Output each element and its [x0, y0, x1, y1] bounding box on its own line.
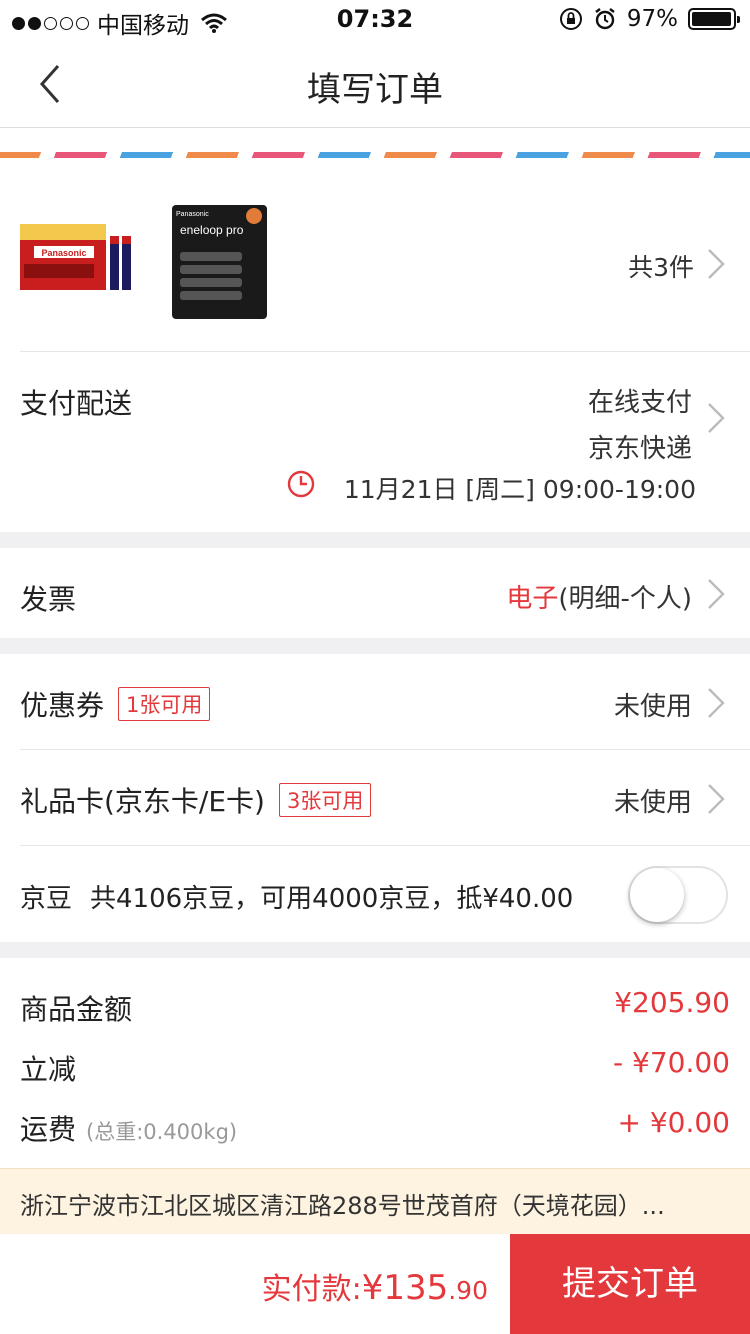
shipping-fee-row: 运费 (总重:0.400kg) [20, 1108, 237, 1148]
goods-section[interactable]: Panasonic Panasonic eneloop pro 共3件 支付配送… [0, 176, 750, 532]
address-bar[interactable]: 浙江宁波市江北区城区清江路288号世茂首府（天境花园）... [0, 1168, 750, 1234]
jingdou-desc: 共4106京豆，可用4000京豆，抵¥40.00 [90, 884, 574, 914]
divider [20, 351, 750, 352]
total-prefix: 实付款: [261, 1272, 362, 1307]
goods-amount-value: ¥205.90 [614, 986, 730, 1019]
shipping-fee-label: 运费 [20, 1113, 77, 1146]
coupon-tag: 1张可用 [118, 687, 211, 721]
total-decimal: .90 [448, 1276, 488, 1305]
discount-value: - ¥70.00 [613, 1046, 730, 1079]
payment-method: 在线支付 [587, 388, 692, 418]
envelope-stripe [0, 152, 750, 158]
shipping-method: 京东快递 [587, 434, 692, 464]
shipping-weight: (总重:0.400kg) [86, 1120, 238, 1144]
shipping-fee-value: + ¥0.00 [617, 1106, 730, 1139]
invoice-detail: (明细-个人) [558, 584, 692, 614]
gift-card-label: 礼品卡(京东卡/E卡) [20, 785, 265, 818]
invoice-type: 电子 [506, 584, 559, 614]
nav-bar: 填写订单 [0, 40, 750, 128]
battery-percent: 97% [626, 6, 678, 32]
chevron-right-icon[interactable] [706, 577, 728, 611]
discount-label: 立减 [20, 1053, 77, 1086]
payment-values[interactable]: 在线支付 京东快递 [588, 380, 692, 472]
jingdou-row: 京豆 共4106京豆，可用4000京豆，抵¥40.00 [20, 878, 573, 915]
gift-card-value[interactable]: 未使用 [614, 782, 692, 819]
discounts-section: 优惠券 1张可用 未使用 礼品卡(京东卡/E卡) 3张可用 未使用 京豆 共4106京… [0, 654, 750, 942]
clock-icon [287, 470, 315, 498]
battery-icon [688, 8, 740, 30]
address-strip[interactable] [0, 128, 750, 176]
chevron-right-icon[interactable] [706, 686, 728, 720]
jingdou-toggle[interactable] [628, 866, 728, 924]
coupon-row[interactable]: 优惠券 1张可用 [20, 684, 211, 724]
jingdou-label: 京豆 [20, 884, 73, 914]
total-main: ¥135 [361, 1268, 449, 1308]
page-title: 填写订单 [307, 70, 443, 110]
submit-order-button[interactable]: 提交订单 [510, 1234, 750, 1334]
bottom-bar: 实付款:¥135.90 提交订单 [0, 1234, 750, 1334]
divider [20, 749, 750, 750]
invoice-label: 发票 [20, 583, 77, 616]
status-bar: 中国移动 07:32 97% [0, 0, 750, 40]
total-payable: 实付款:¥135.90 [262, 1264, 488, 1308]
goods-amount-label: 商品金额 [20, 993, 133, 1026]
payment-label: 支付配送 [20, 387, 133, 420]
address-text: 浙江宁波市江北区城区清江路288号世茂首府（天境花园）... [20, 1192, 665, 1220]
gift-card-row[interactable]: 礼品卡(京东卡/E卡) 3张可用 [20, 780, 372, 820]
product-2-name: eneloop pro [180, 223, 244, 237]
toggle-knob [630, 868, 684, 922]
coupon-label: 优惠券 [20, 689, 105, 722]
gift-card-tag: 3张可用 [278, 783, 372, 817]
chevron-right-icon[interactable] [706, 401, 728, 435]
product-thumbnail-1[interactable]: Panasonic [20, 206, 138, 306]
chevron-right-icon[interactable] [706, 247, 728, 281]
invoice-value[interactable]: 电子(明细-个人) [506, 578, 692, 615]
product-1-brand: Panasonic [41, 248, 86, 258]
goods-count[interactable]: 共3件 [628, 248, 694, 284]
status-right: 97% [559, 6, 740, 32]
rotation-lock-icon [559, 8, 582, 30]
alarm-icon [595, 8, 615, 30]
invoice-section[interactable]: 发票 电子(明细-个人) [0, 548, 750, 638]
delivery-time[interactable]: 11月21日 [周二] 09:00-19:00 [344, 470, 696, 506]
product-2-brand: Panasonic [176, 211, 209, 218]
chevron-right-icon[interactable] [706, 782, 728, 816]
product-thumbnail-2[interactable]: Panasonic eneloop pro [162, 202, 272, 320]
coupon-value[interactable]: 未使用 [614, 686, 692, 723]
amounts-section: 商品金额 ¥205.90 立减 - ¥70.00 运费 (总重:0.400kg) … [0, 958, 750, 1168]
divider [20, 845, 750, 846]
